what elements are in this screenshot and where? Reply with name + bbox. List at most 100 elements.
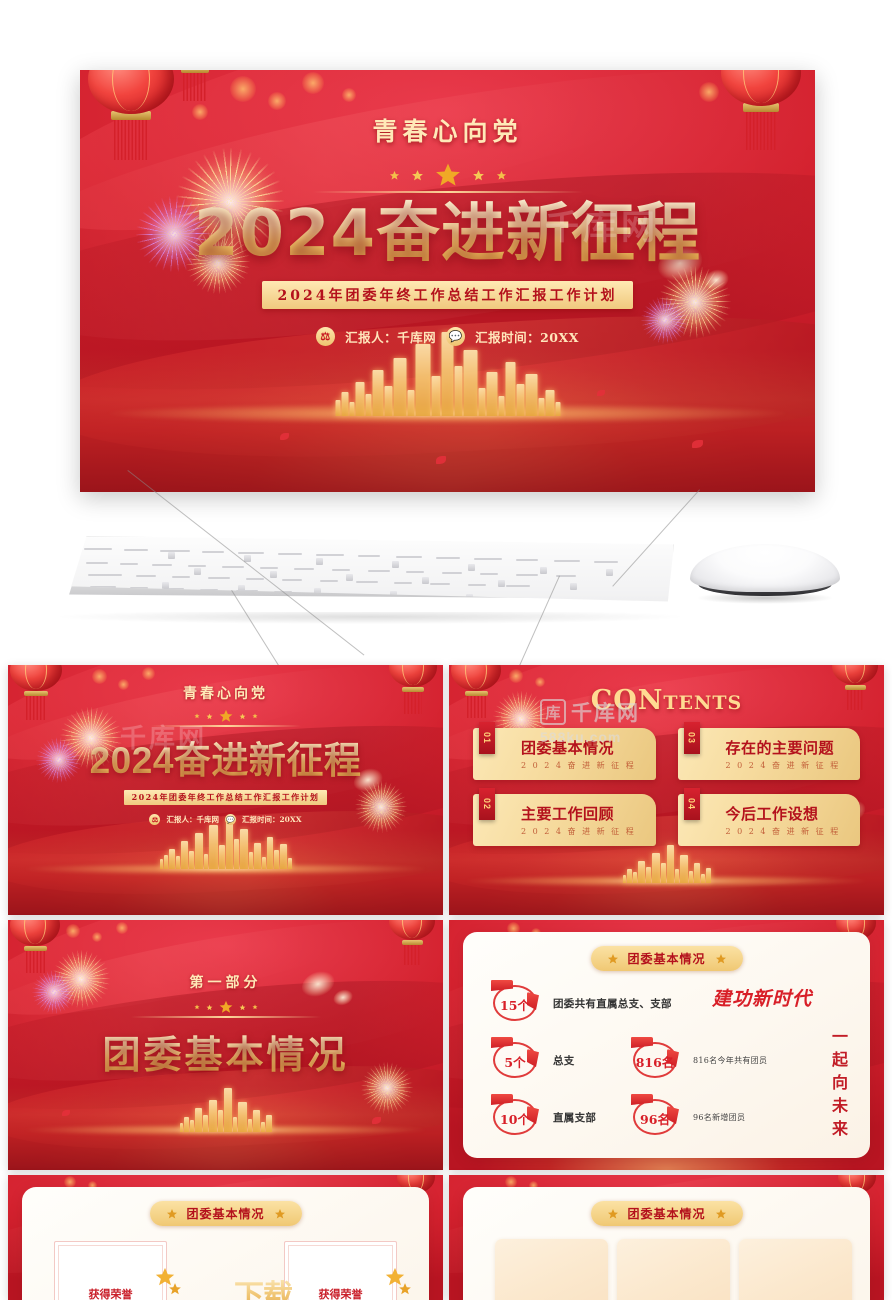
contents-item-desc: 2 0 2 4 奋 进 新 征 程 <box>521 827 636 836</box>
star-icon <box>472 169 484 180</box>
honors-pill-title: 团委基本情况 <box>186 1207 265 1221</box>
contents-item[interactable]: 03 存在的主要问题 2 0 2 4 奋 进 新 征 程 <box>677 722 860 780</box>
flag-ribbon-icon: 10个 <box>489 1094 541 1140</box>
star-icon <box>715 1208 726 1218</box>
contents-item-desc: 2 0 2 4 奋 进 新 征 程 <box>725 761 841 770</box>
thumb-cover-eyebrow: 青春心向党 <box>183 686 268 702</box>
contents-item-desc: 2 0 2 4 奋 进 新 征 程 <box>521 761 636 770</box>
honors-pill-header: 团委基本情况 <box>149 1201 302 1226</box>
panels-pill-header: 团委基本情况 <box>590 1201 743 1226</box>
star-icon <box>496 170 506 180</box>
honors-card: 团委基本情况 获得荣誉 获得荣誉 下载 <box>22 1187 429 1300</box>
contents-item[interactable]: 04 今后工作设想 2 0 2 4 奋 进 新 征 程 <box>677 788 860 846</box>
thumbnail-section-divider-slide[interactable]: 第一部分 团委基本情况 <box>8 920 443 1170</box>
stat-item: 96名 96名新增团员 <box>629 1094 745 1140</box>
contents-item-label: 主要工作回顾 <box>521 805 615 823</box>
stat-label: 总支 <box>553 1054 575 1067</box>
hero-title: 2024奋进新征程 <box>193 197 702 271</box>
contents-item-label: 团委基本情况 <box>521 739 615 757</box>
star-row <box>389 162 507 188</box>
contents-grid: 01 团委基本情况 2 0 2 4 奋 进 新 征 程 03 存在的主要问题 2… <box>473 722 860 846</box>
hero-eyebrow: 青春心向党 <box>372 117 523 146</box>
stat-item: 5个 总支 <box>489 1037 575 1083</box>
thumb-cover-presenter: 汇报人：千库网 <box>166 814 219 824</box>
contents-item[interactable]: 02 主要工作回顾 2 0 2 4 奋 进 新 征 程 <box>473 788 656 846</box>
flag-ribbon-icon: 96名 <box>629 1094 681 1140</box>
star-icon-large <box>435 163 460 186</box>
contents-heading: CONTENTS <box>449 685 884 716</box>
stat-value: 96名 <box>640 1112 670 1127</box>
flag-ribbon-icon: 15个 <box>489 980 541 1026</box>
star-row <box>194 1000 258 1014</box>
content-panel <box>739 1239 852 1300</box>
star-icon <box>206 1004 212 1010</box>
hero-subtitle: 2024年团委年终工作总结工作汇报工作计划 <box>261 281 634 310</box>
hero-date: 汇报时间：20XX <box>475 330 579 346</box>
star-icon <box>252 713 257 719</box>
contents-item-desc: 2 0 2 4 奋 进 新 征 程 <box>725 827 841 836</box>
divider-line <box>312 191 583 193</box>
download-watermark-text: 下载 <box>234 1271 293 1300</box>
panels-card: 团委基本情况 <box>463 1187 870 1300</box>
contents-heading-small: TENTS <box>663 692 743 714</box>
section-eyebrow: 第一部分 <box>189 975 262 991</box>
stat-item: 816名 816名今年共有团员 <box>629 1037 767 1083</box>
thumb-cover-meta: ⚖ 汇报人：千库网 💬 汇报时间：20XX <box>149 813 302 825</box>
thumb-cover-subtitle: 2024年团委年终工作总结工作汇报工作计划 <box>123 789 328 805</box>
stat-item: 10个 直属支部 <box>489 1094 596 1140</box>
speech-bubble-icon: 💬 <box>224 813 236 825</box>
contents-item-number: 04 <box>683 788 700 820</box>
hero-presenter: 汇报人：千库网 <box>345 330 437 346</box>
thumbnail-cover-slide[interactable]: 青春心向党 2024奋进新征程 2024年团委年终工作总结工作汇报工作计划 ⚖ … <box>8 665 443 915</box>
stat-label: 团委共有直属总支、支部 <box>553 997 672 1010</box>
flag-ribbon-icon: 816名 <box>629 1037 681 1083</box>
stat-value: 15个 <box>500 998 530 1013</box>
thumbnail-panels-slide[interactable]: 团委基本情况 <box>449 1175 884 1300</box>
stats-pill-title: 团委基本情况 <box>627 952 706 966</box>
content-panel <box>495 1239 608 1300</box>
panels-pill-title: 团委基本情况 <box>627 1207 706 1221</box>
star-icon <box>411 169 423 180</box>
thumb-cover-title: 2024奋进新征程 <box>90 730 362 784</box>
star-row <box>194 709 258 723</box>
contents-item[interactable]: 01 团委基本情况 2 0 2 4 奋 进 新 征 程 <box>473 722 656 780</box>
thumb-cover-date: 汇报时间：20XX <box>241 814 302 824</box>
thumbnail-statistics-slide[interactable]: 团委基本情况 15个 团委共有直属总支、支部 5个 总支 10个 直属支部 81… <box>449 920 884 1170</box>
contents-item-number: 03 <box>683 722 700 754</box>
city-skyline-graphic <box>622 843 711 883</box>
stats-pill-header: 团委基本情况 <box>590 946 743 971</box>
star-icon <box>239 713 245 719</box>
divider-line <box>150 725 301 727</box>
star-icon <box>607 1208 618 1218</box>
stat-value: 5个 <box>504 1055 526 1070</box>
stats-card: 团委基本情况 15个 团委共有直属总支、支部 5个 总支 10个 直属支部 81… <box>463 932 870 1158</box>
stats-vertical-text: 一起向未来 <box>829 1028 848 1143</box>
honor-box: 获得荣誉 <box>284 1241 411 1300</box>
star-icon-large <box>219 1000 232 1013</box>
star-icon-large <box>219 709 232 722</box>
star-icon <box>607 953 618 963</box>
hero-slide-preview[interactable]: 青春心向党 2024奋进新征程 2024年团委年终工作总结工作汇报工作计划 ⚖ … <box>80 70 815 492</box>
stat-value: 816名 <box>635 1055 675 1070</box>
star-icon <box>252 1004 257 1010</box>
contents-heading-big: CON <box>590 685 664 716</box>
hero-meta: ⚖ 汇报人：千库网 💬 汇报时间：20XX <box>316 327 579 347</box>
contents-item-label: 今后工作设想 <box>725 805 819 823</box>
divider-line <box>130 1016 321 1018</box>
star-icon <box>166 1208 177 1218</box>
contents-item-number: 01 <box>479 722 495 754</box>
content-panel <box>617 1239 730 1300</box>
contents-item-number: 02 <box>479 788 495 820</box>
honor-label: 获得荣誉 <box>318 1288 363 1300</box>
honor-box: 获得荣誉 <box>54 1241 181 1300</box>
contents-item-label: 存在的主要问题 <box>725 739 835 757</box>
star-icon <box>194 713 199 719</box>
stat-label: 816名今年共有团员 <box>693 1055 768 1065</box>
stats-slogan: 建功新时代 <box>711 988 812 1010</box>
stat-label: 直属支部 <box>553 1111 597 1124</box>
thumbnail-contents-slide[interactable]: CONTENTS 01 团委基本情况 2 0 2 4 奋 进 新 征 程 03 … <box>449 665 884 915</box>
mouse-mockup <box>690 544 840 606</box>
keyboard-mockup <box>62 536 674 620</box>
star-icon <box>239 1004 245 1010</box>
thumbnail-honors-slide[interactable]: 团委基本情况 获得荣誉 获得荣誉 下载 <box>8 1175 443 1300</box>
